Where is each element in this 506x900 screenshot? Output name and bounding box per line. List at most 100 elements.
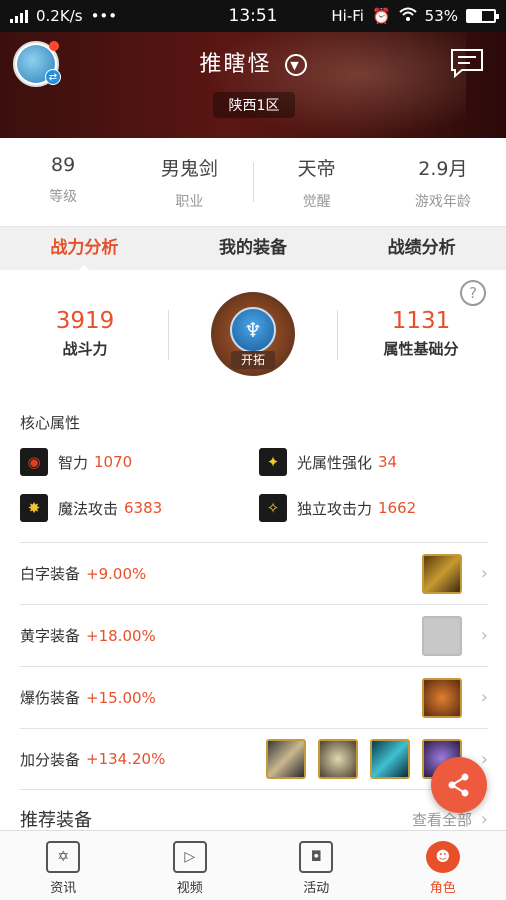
server-label: 陕西1区 xyxy=(213,92,295,118)
chevron-down-icon[interactable]: ▼ xyxy=(284,54,307,76)
tab-my-equipment[interactable]: 我的装备 xyxy=(169,227,338,270)
base-score: 1131 属性基础分 xyxy=(356,308,486,359)
stat-value: 2.9月 xyxy=(418,158,468,180)
combat-power-label: 战斗力 xyxy=(62,340,108,358)
equip-name: 黄字装备 xyxy=(20,627,81,645)
stat-label: 觉醒 xyxy=(302,194,331,210)
character-name-selector[interactable]: 推瞎怪 ▼ xyxy=(0,46,506,78)
power-summary: 3919 战斗力 ♆ 开拓 1131 属性基础分 xyxy=(0,292,506,388)
nav-video[interactable]: ▷ 视频 xyxy=(127,831,254,900)
attr-magic-attack: ✸ 魔法攻击 6383 xyxy=(20,494,162,522)
stat-class: 男鬼剑 职业 xyxy=(126,138,252,226)
chevron-right-icon[interactable]: › xyxy=(472,563,488,584)
signal-icon xyxy=(10,9,28,23)
share-button[interactable] xyxy=(431,757,487,813)
status-right: Hi-Fi ⏰ 53% xyxy=(331,7,499,25)
stat-level: 89 等级 xyxy=(0,138,126,226)
status-bar: 0.2K/s ••• 13:51 Hi-Fi ⏰ 53% xyxy=(0,0,506,32)
equip-name: 爆伤装备 xyxy=(20,689,81,707)
nav-label: 视频 xyxy=(176,881,203,896)
stat-value: 男鬼剑 xyxy=(160,158,218,180)
equipment-item-icon[interactable] xyxy=(266,739,306,779)
net-speed: 0.2K/s xyxy=(36,7,83,25)
nav-activity[interactable]: ◘ 活动 xyxy=(253,831,380,900)
equip-percent: +15.00% xyxy=(86,688,156,707)
message-icon[interactable] xyxy=(450,48,484,79)
tab-power-analysis[interactable]: 战力分析 xyxy=(0,227,169,271)
equip-name: 加分装备 xyxy=(20,750,81,769)
equip-icons xyxy=(422,615,462,656)
chevron-right-icon[interactable]: › xyxy=(472,625,488,646)
stat-label: 游戏年龄 xyxy=(414,194,471,210)
chest-icon: ◘ xyxy=(299,841,334,873)
character-face-icon: ☻ xyxy=(425,841,460,873)
character-name: 推瞎怪 xyxy=(199,52,272,77)
status-left: 0.2K/s ••• xyxy=(10,7,331,25)
equipment-item-icon[interactable] xyxy=(370,739,410,779)
chevron-right-icon[interactable]: › xyxy=(472,687,488,708)
attr-name: 魔法攻击 xyxy=(58,499,119,518)
combat-power: 3919 战斗力 xyxy=(20,308,150,359)
stat-value: 天帝 xyxy=(297,158,336,180)
tab-record-analysis[interactable]: 战绩分析 xyxy=(337,227,506,270)
equip-name: 白字装备 xyxy=(20,565,81,583)
sparkle-icon: ✦ xyxy=(259,448,287,476)
character-header: ⇄ 推瞎怪 ▼ 陕西1区 xyxy=(0,32,506,138)
badge-label: 开拓 xyxy=(231,351,275,369)
attr-name: 独立攻击力 xyxy=(297,499,373,518)
stat-game-age: 2.9月 游戏年龄 xyxy=(380,138,506,226)
chevron-right-icon[interactable]: › xyxy=(472,809,488,830)
equip-percent: +9.00% xyxy=(86,564,147,583)
news-book-icon: ✡ xyxy=(46,841,81,873)
attr-independent-attack: ✧ 独立攻击力 1662 xyxy=(259,494,416,522)
attr-value: 1070 xyxy=(94,453,133,471)
power-analysis-panel: ? 3919 战斗力 ♆ 开拓 1131 属性基础分 核心属性 ◉ 智力 107… xyxy=(0,270,506,831)
attr-value: 1662 xyxy=(378,499,417,517)
equipment-item-icon[interactable] xyxy=(422,553,462,594)
equip-percent: +134.20% xyxy=(86,750,166,768)
nav-label: 活动 xyxy=(303,881,330,896)
bottom-nav: ✡ 资讯 ▷ 视频 ◘ 活动 ☻ 角色 xyxy=(0,830,506,900)
equip-row-yellow[interactable]: 黄字装备 +18.00% › xyxy=(20,604,488,666)
equipment-item-icon[interactable] xyxy=(422,677,462,718)
stat-awakening: 天帝 觉醒 xyxy=(254,138,380,226)
attr-light-enhance: ✦ 光属性强化 34 xyxy=(259,448,397,476)
equip-percent: +18.00% xyxy=(86,626,156,645)
base-score-value: 1131 xyxy=(391,308,451,334)
wifi-icon xyxy=(398,7,417,25)
equip-row-crit[interactable]: 爆伤装备 +15.00% › xyxy=(20,666,488,728)
core-attributes-title: 核心属性 xyxy=(20,414,81,432)
attr-intelligence: ◉ 智力 1070 xyxy=(20,448,132,476)
base-score-label: 属性基础分 xyxy=(383,340,459,358)
rank-badge[interactable]: ♆ 开拓 xyxy=(211,292,295,376)
hifi-label: Hi-Fi xyxy=(331,7,364,25)
equipment-item-icon[interactable] xyxy=(422,615,462,656)
stat-label: 等级 xyxy=(49,189,78,205)
stat-value: 89 xyxy=(51,154,76,176)
nav-news[interactable]: ✡ 资讯 xyxy=(0,831,127,900)
nav-character[interactable]: ☻ 角色 xyxy=(380,831,506,900)
recommend-title: 推荐装备 xyxy=(20,810,92,831)
attr-value: 6383 xyxy=(124,499,163,517)
battery-icon xyxy=(466,9,499,23)
badge-emblem-icon: ♆ xyxy=(230,307,276,353)
alarm-icon: ⏰ xyxy=(371,7,391,25)
starburst-icon: ✸ xyxy=(20,494,48,522)
equip-row-bonus[interactable]: 加分装备 +134.20% › xyxy=(20,728,488,790)
stars-icon: ✧ xyxy=(259,494,287,522)
attr-name: 智力 xyxy=(58,453,89,472)
share-icon xyxy=(448,773,469,797)
video-play-icon: ▷ xyxy=(172,841,207,873)
equip-row-white[interactable]: 白字装备 +9.00% › xyxy=(20,542,488,604)
stat-label: 职业 xyxy=(175,194,204,210)
nav-label: 角色 xyxy=(429,881,456,896)
battery-percent: 53% xyxy=(424,7,458,25)
equip-icons xyxy=(422,677,462,718)
divider xyxy=(168,310,169,360)
attr-name: 光属性强化 xyxy=(297,453,373,472)
tab-bar: 战力分析 我的装备 战绩分析 xyxy=(0,226,506,271)
equipment-item-icon[interactable] xyxy=(318,739,358,779)
character-stats: 89 等级 男鬼剑 职业 天帝 觉醒 2.9月 游戏年龄 xyxy=(0,138,506,226)
status-dots: ••• xyxy=(90,7,118,25)
divider xyxy=(337,310,338,360)
